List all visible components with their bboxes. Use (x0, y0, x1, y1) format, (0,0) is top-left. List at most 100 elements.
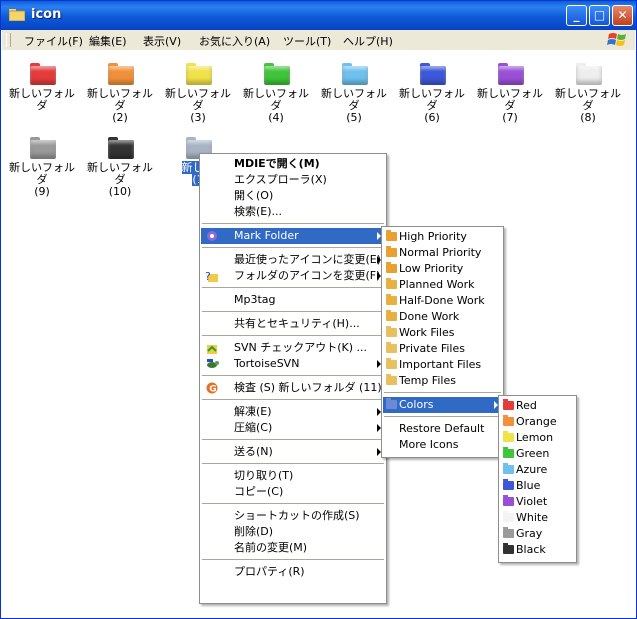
menu-item[interactable]: Temp Files (383, 373, 502, 389)
toolbar-grip[interactable] (6, 33, 11, 47)
menu-item[interactable]: 最近使ったアイコンに変更(E) (201, 252, 385, 268)
menu-item[interactable]: G 検査 (S) 新しいフォルダ (11) (201, 380, 385, 396)
menu-item[interactable]: 送る(N) (201, 444, 385, 460)
menu-item[interactable]: Blue (500, 478, 575, 494)
menu-item[interactable]: Done Work (383, 309, 502, 325)
folder-item[interactable]: 新しいフォルダ (3) (160, 63, 236, 124)
maximize-button[interactable]: □ (589, 5, 610, 26)
change-icon: ? (205, 269, 219, 283)
menu-item[interactable]: Red (500, 398, 575, 414)
menu-item[interactable]: Important Files (383, 357, 502, 373)
folder-item[interactable]: 新しいフォルダ (9) (4, 137, 80, 198)
menu-item-label: White (516, 511, 548, 524)
folder-name: 新しいフォルダ (87, 87, 153, 112)
menu-help[interactable]: ヘルプ(H) (343, 33, 393, 49)
menu-item[interactable]: Normal Priority (383, 245, 502, 261)
menu-item-label: Temp Files (399, 374, 456, 387)
folder-icon (420, 63, 446, 85)
menu-item[interactable]: Work Files (383, 325, 502, 341)
menu-separator (202, 287, 384, 288)
menu-item[interactable]: ? フォルダのアイコンを変更(F) (201, 268, 385, 284)
folder-icon (503, 527, 514, 538)
folder-item[interactable]: 新しいフォルダ (8) (550, 63, 626, 124)
folder-item[interactable]: 新しいフォルダ (2) (82, 63, 158, 124)
menu-item[interactable]: プロパティ(R) (201, 564, 385, 580)
folder-label: 新しいフォルダ (6) (394, 88, 470, 124)
folder-number: (9) (34, 185, 50, 198)
folder-number: (2) (112, 111, 128, 124)
menu-item[interactable]: High Priority (383, 229, 502, 245)
title-bar[interactable]: icon _ □ ✕ (1, 1, 636, 30)
folder-icon (342, 63, 368, 85)
folder-name: 新しいフォルダ (9, 87, 75, 112)
svg-text:G: G (209, 385, 216, 395)
menu-item[interactable]: Gray (500, 526, 575, 542)
menu-item[interactable]: MDIEで開く(M) (201, 156, 385, 172)
mark-folder-submenu: High Priority Normal Priority Low Priority… (381, 226, 504, 458)
folder-label: 新しいフォルダ (9) (4, 162, 80, 198)
folder-item[interactable]: 新しいフォルダ (5) (316, 63, 392, 124)
menu-item[interactable]: Private Files (383, 341, 502, 357)
menu-item-label: 検索(E)... (234, 205, 283, 218)
menu-item[interactable]: More Icons (383, 437, 502, 453)
folder-item[interactable]: 新しいフォルダ (4, 63, 80, 119)
menu-file[interactable]: ファイル(F) (24, 33, 83, 49)
menu-item[interactable]: 検索(E)... (201, 204, 385, 220)
menu-item[interactable]: TortoiseSVN (201, 356, 385, 372)
menu-item[interactable]: 解凍(E) (201, 404, 385, 420)
menu-item[interactable]: Orange (500, 414, 575, 430)
menu-item[interactable]: Violet (500, 494, 575, 510)
menu-item[interactable]: Green (500, 446, 575, 462)
menu-item[interactable]: 圧縮(C) (201, 420, 385, 436)
menu-item[interactable]: Half-Done Work (383, 293, 502, 309)
menu-item[interactable]: Black (500, 542, 575, 558)
folder-item[interactable]: 新しいフォルダ (10) (82, 137, 158, 198)
menu-item[interactable]: Restore Default (383, 421, 502, 437)
menu-item[interactable]: 共有とセキュリティ(H)... (201, 316, 385, 332)
menu-separator (202, 399, 384, 400)
folder-label: 新しいフォルダ (2) (82, 88, 158, 124)
menu-item-label: Low Priority (399, 262, 464, 275)
menu-item[interactable]: Azure (500, 462, 575, 478)
folder-icon (503, 399, 514, 410)
folder-icon (386, 326, 397, 337)
folder-icon (503, 479, 514, 490)
folder-item[interactable]: 新しいフォルダ (6) (394, 63, 470, 124)
menu-item-label: Colors (399, 398, 434, 411)
folder-item[interactable]: 新しいフォルダ (4) (238, 63, 314, 124)
scan-icon: G (205, 381, 219, 395)
menu-item[interactable]: Lemon (500, 430, 575, 446)
menu-item[interactable]: White (500, 510, 575, 526)
menu-separator (384, 392, 501, 393)
menu-item[interactable]: 名前の変更(M) (201, 540, 385, 556)
menu-item[interactable]: 削除(D) (201, 524, 385, 540)
menu-item[interactable]: ショートカットの作成(S) (201, 508, 385, 524)
menu-separator (384, 416, 501, 417)
menu-separator (202, 439, 384, 440)
menu-item[interactable]: SVN チェックアウト(K) ... (201, 340, 385, 356)
menu-item-label: フォルダのアイコンを変更(F) (234, 269, 381, 282)
folder-icon (503, 543, 514, 554)
menu-favorites[interactable]: お気に入り(A) (199, 33, 270, 49)
menu-item[interactable]: Planned Work (383, 277, 502, 293)
folder-item[interactable]: 新しいフォルダ (7) (472, 63, 548, 124)
menu-item[interactable]: エクスプローラ(X) (201, 172, 385, 188)
folder-icon (503, 495, 514, 506)
folder-label: 新しいフォルダ (3) (160, 88, 236, 124)
menu-item[interactable]: Mark Folder (201, 228, 385, 244)
menu-view[interactable]: 表示(V) (143, 33, 181, 49)
minimize-button[interactable]: _ (566, 5, 587, 26)
menu-item[interactable]: Mp3tag (201, 292, 385, 308)
folder-icon (108, 63, 134, 85)
menu-item-label: コピー(C) (234, 485, 284, 498)
menu-tools[interactable]: ツール(T) (283, 33, 331, 49)
folder-label: 新しいフォルダ (4) (238, 88, 314, 124)
menu-item[interactable]: 切り取り(T) (201, 468, 385, 484)
menu-item[interactable]: Low Priority (383, 261, 502, 277)
folder-icon (386, 398, 397, 409)
close-button[interactable]: ✕ (612, 5, 633, 26)
menu-edit[interactable]: 編集(E) (89, 33, 127, 49)
menu-item[interactable]: コピー(C) (201, 484, 385, 500)
menu-item[interactable]: Colors (383, 397, 502, 413)
menu-item[interactable]: 開く(O) (201, 188, 385, 204)
